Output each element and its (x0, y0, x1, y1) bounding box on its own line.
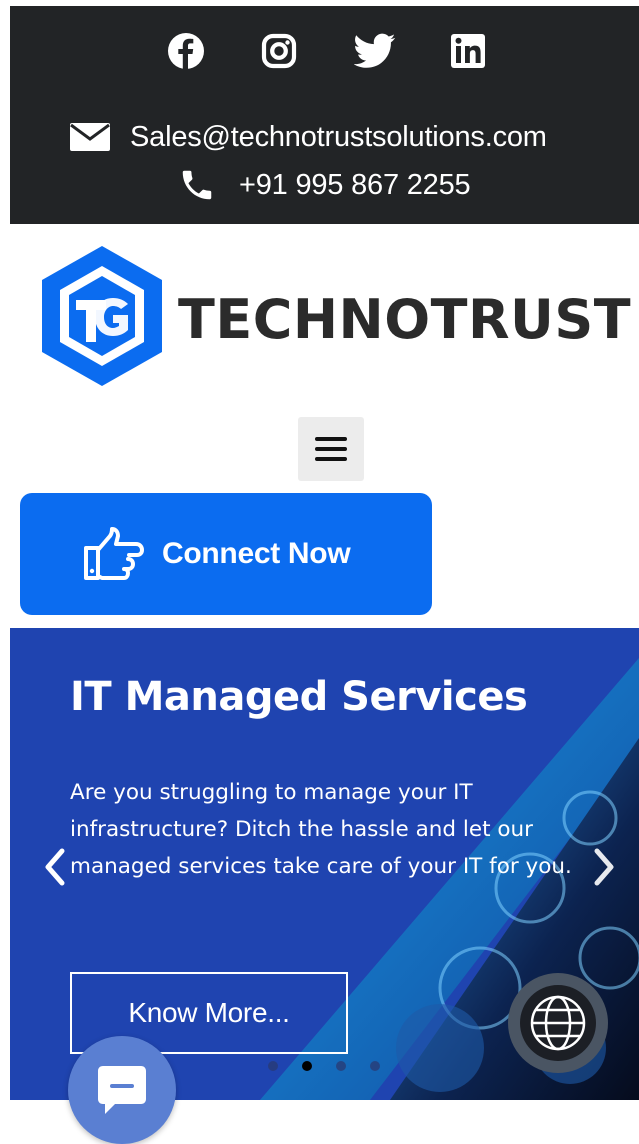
email-contact[interactable]: Sales@technotrustsolutions.com (68, 118, 639, 156)
slide-dot[interactable] (268, 1061, 278, 1071)
email-text: Sales@technotrustsolutions.com (130, 120, 547, 153)
connect-now-label: Connect Now (162, 537, 351, 570)
envelope-icon (68, 118, 112, 156)
hero-title: IT Managed Services (70, 674, 528, 720)
hamburger-icon (315, 437, 347, 461)
chevron-left-icon (45, 848, 65, 886)
social-links (10, 30, 639, 80)
logo-mark (42, 246, 162, 386)
slider-pagination (268, 1061, 380, 1075)
facebook-icon[interactable] (165, 30, 207, 72)
slider-prev-button[interactable] (38, 842, 72, 892)
slide-dot[interactable] (336, 1061, 346, 1071)
connect-now-button[interactable]: Connect Now (20, 493, 432, 615)
phone-text: +91 995 867 2255 (239, 168, 471, 201)
phone-contact[interactable]: +91 995 867 2255 (175, 166, 639, 204)
logo-text: TECHNOTRUST (178, 288, 632, 351)
slider-next-button[interactable] (587, 842, 621, 892)
top-bar: Sales@technotrustsolutions.com +91 995 8… (10, 6, 639, 224)
slide-dot[interactable] (370, 1061, 380, 1071)
slide-dot-active[interactable] (302, 1061, 312, 1071)
instagram-icon[interactable] (258, 30, 300, 72)
menu-toggle-button[interactable] (298, 417, 364, 481)
phone-icon (175, 166, 219, 204)
chat-widget-button[interactable] (68, 1036, 176, 1144)
brand-logo[interactable]: TECHNOTRUST (36, 242, 631, 390)
hero-description: Are you struggling to manage your IT inf… (70, 780, 572, 879)
chat-bubble-icon (98, 1066, 146, 1114)
twitter-icon[interactable] (354, 30, 396, 72)
linkedin-icon[interactable] (447, 30, 489, 72)
hero-slider: IT Managed Services Are you struggling t… (10, 628, 639, 1100)
chevron-right-icon (594, 848, 614, 886)
pointing-hand-icon (84, 527, 144, 580)
